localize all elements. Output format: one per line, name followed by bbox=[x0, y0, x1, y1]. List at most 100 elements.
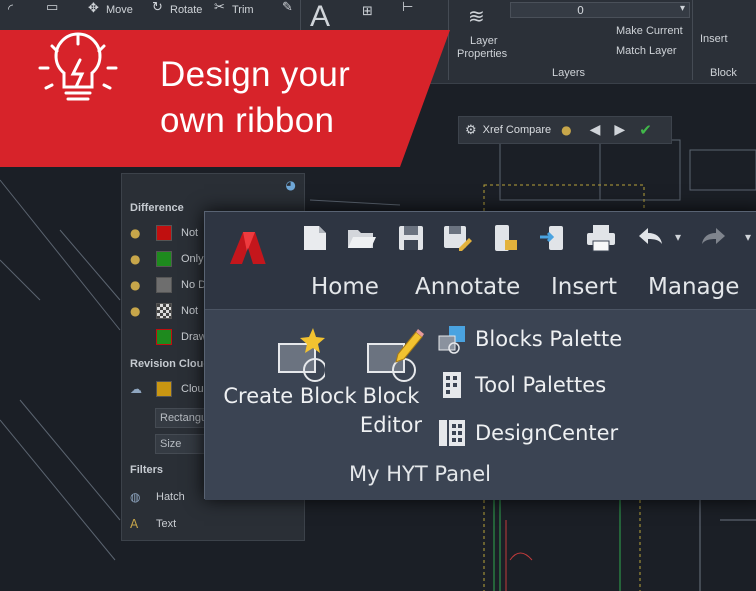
rectangle-icon[interactable]: ▭ bbox=[46, 0, 58, 15]
rotate-label[interactable]: Rotate bbox=[170, 4, 202, 16]
difference-row[interactable]: ● Not bbox=[130, 224, 198, 242]
tool-palettes-label: Tool Palettes bbox=[475, 373, 607, 397]
tab-manage[interactable]: Manage bbox=[648, 274, 739, 300]
quick-access-toolbar: ▾ ▾ bbox=[205, 212, 756, 264]
difference-row-label: Not bbox=[181, 305, 199, 317]
tool-palettes-button[interactable]: Tool Palettes bbox=[437, 368, 606, 402]
save-as-icon[interactable] bbox=[441, 222, 473, 254]
arrow-right-icon[interactable]: ▶ bbox=[614, 122, 625, 138]
checker-swatch[interactable] bbox=[156, 303, 172, 319]
difference-row-label: Only bbox=[181, 253, 204, 265]
brush-icon[interactable]: ✎ bbox=[282, 0, 293, 15]
panel-title: My HYT Panel bbox=[349, 462, 491, 486]
filter-row-label: Hatch bbox=[156, 491, 185, 503]
polyline-icon[interactable]: ◜ bbox=[8, 2, 13, 17]
tab-annotate[interactable]: Annotate bbox=[415, 274, 520, 300]
color-swatch[interactable] bbox=[156, 251, 172, 267]
xref-compare-label: Xref Compare bbox=[482, 124, 552, 136]
cloud-row[interactable]: ☁ Clou bbox=[130, 380, 204, 398]
gear-icon[interactable]: ⚙ bbox=[465, 123, 477, 138]
cloud-icon[interactable]: ☁ bbox=[130, 382, 142, 396]
dimension-icon[interactable]: ⊞ bbox=[362, 4, 373, 19]
block-editor-label-2: Editor bbox=[359, 413, 423, 437]
rotate-icon[interactable]: ↻ bbox=[152, 0, 163, 15]
chevron-down-icon: ▾ bbox=[679, 3, 685, 14]
difference-row-label: Draw bbox=[181, 331, 207, 343]
trim-icon[interactable]: ✂ bbox=[214, 0, 225, 15]
undo-icon[interactable] bbox=[633, 222, 665, 254]
share-icon[interactable] bbox=[537, 222, 569, 254]
difference-row[interactable]: ● No D bbox=[130, 276, 206, 294]
difference-row-label: No D bbox=[181, 279, 207, 291]
tool-palettes-icon bbox=[443, 372, 461, 398]
cloud-row-label: Clou bbox=[181, 383, 204, 395]
color-swatch[interactable] bbox=[156, 329, 172, 345]
layer-dropdown[interactable]: 0 ▾ bbox=[510, 2, 690, 18]
difference-row[interactable]: ● Only bbox=[130, 250, 204, 268]
layers-panel-title[interactable]: Layers bbox=[552, 67, 585, 79]
layer-stack-icon[interactable]: ≋ bbox=[468, 4, 485, 28]
linear-dim-icon[interactable]: ⊢ bbox=[402, 0, 413, 15]
publish-icon[interactable] bbox=[489, 222, 521, 254]
block-editor-icon bbox=[367, 329, 424, 382]
lightbulb-icon[interactable]: ● bbox=[130, 278, 142, 292]
difference-row[interactable]: ● Draw bbox=[130, 328, 207, 346]
save-icon[interactable] bbox=[395, 222, 427, 254]
text-filter-icon[interactable]: A bbox=[130, 517, 142, 531]
create-block-icon bbox=[278, 328, 325, 382]
design-center-button[interactable]: DesignCenter bbox=[437, 416, 618, 450]
layer-properties-line1[interactable]: Layer bbox=[470, 35, 498, 47]
blocks-palette-button[interactable]: Blocks Palette bbox=[437, 322, 622, 356]
redo-dropdown-icon[interactable]: ▾ bbox=[745, 230, 751, 244]
lightbulb-icon[interactable]: ● bbox=[130, 226, 142, 240]
checkmark-icon[interactable]: ✔ bbox=[639, 121, 652, 139]
lightbulb-icon[interactable]: ● bbox=[561, 123, 571, 137]
block-panel-title[interactable]: Block bbox=[710, 67, 737, 79]
filter-row[interactable]: A Text bbox=[130, 515, 176, 533]
difference-row[interactable]: ● Not bbox=[130, 302, 198, 320]
custom-ribbon-panel: ▾ ▾ Home Annotate Insert Manage Create B… bbox=[204, 211, 756, 500]
banner-headline: Design your own ribbon bbox=[160, 52, 350, 144]
new-file-icon[interactable] bbox=[299, 222, 331, 254]
difference-section-title: Difference bbox=[130, 202, 184, 214]
move-icon[interactable]: ✥ bbox=[88, 1, 99, 16]
layer-properties-line2[interactable]: Properties bbox=[457, 48, 507, 60]
arrow-left-icon[interactable]: ◀ bbox=[590, 122, 601, 138]
tab-insert[interactable]: Insert bbox=[551, 274, 617, 300]
undo-dropdown-icon[interactable]: ▾ bbox=[675, 230, 681, 244]
lightbulb-icon[interactable]: ● bbox=[130, 304, 142, 318]
promo-banner: Design your own ribbon bbox=[0, 30, 450, 167]
color-swatch[interactable] bbox=[156, 277, 172, 293]
make-current-label[interactable]: Make Current bbox=[616, 25, 683, 37]
ribbon-panel-body: Create Block Block Editor Blocks Palette bbox=[205, 310, 756, 500]
tab-home[interactable]: Home bbox=[311, 274, 379, 300]
print-icon[interactable] bbox=[585, 222, 617, 254]
open-folder-icon[interactable] bbox=[345, 222, 377, 254]
layer-dropdown-value: 0 bbox=[577, 4, 584, 17]
hatch-icon[interactable]: ◍ bbox=[130, 490, 142, 504]
text-tool-icon[interactable]: A bbox=[310, 0, 330, 34]
block-editor-button[interactable]: Block Editor bbox=[351, 324, 431, 440]
filter-row[interactable]: ◍ Hatch bbox=[130, 488, 185, 506]
color-swatch[interactable] bbox=[156, 225, 172, 241]
filters-section-title: Filters bbox=[130, 464, 164, 476]
xref-compare-toolbar: ⚙ Xref Compare ● ◀ ▶ ✔ bbox=[458, 116, 672, 144]
match-layer-label[interactable]: Match Layer bbox=[616, 45, 677, 57]
move-label[interactable]: Move bbox=[106, 4, 133, 16]
redo-icon[interactable] bbox=[699, 222, 731, 254]
create-block-button[interactable]: Create Block bbox=[215, 324, 365, 411]
lightbulb-icon[interactable]: ● bbox=[130, 252, 142, 266]
color-swatch[interactable] bbox=[156, 381, 172, 397]
banner-line-1: Design your bbox=[160, 55, 351, 94]
design-center-icon bbox=[439, 420, 465, 446]
design-center-label: DesignCenter bbox=[475, 421, 619, 445]
trim-label[interactable]: Trim bbox=[232, 4, 254, 16]
spacer: ● bbox=[130, 330, 142, 344]
blocks-palette-icon bbox=[438, 326, 465, 354]
blocks-palette-label: Blocks Palette bbox=[475, 327, 623, 351]
palette-settings-icon[interactable]: ◕ bbox=[286, 178, 296, 192]
insert-label[interactable]: Insert bbox=[700, 33, 728, 45]
block-editor-label-1: Block bbox=[362, 384, 420, 408]
revision-cloud-section-title: Revision Cloud bbox=[130, 358, 211, 370]
difference-row-label: Not bbox=[181, 227, 199, 239]
